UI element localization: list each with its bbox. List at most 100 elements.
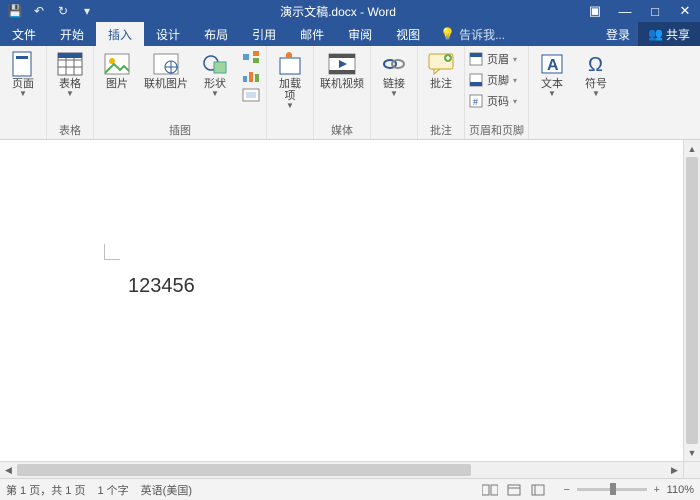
chevron-down-icon: ▼ bbox=[19, 90, 27, 98]
view-buttons bbox=[479, 482, 549, 498]
group-illustrations: 图片 联机图片 形状 ▼ 插图 bbox=[94, 46, 267, 139]
footer-label: 页脚 bbox=[487, 72, 509, 88]
group-media: 联机视频 媒体 bbox=[314, 46, 371, 139]
tab-review[interactable]: 审阅 bbox=[336, 22, 384, 46]
redo-icon[interactable]: ↻ bbox=[54, 2, 72, 20]
chevron-down-icon: ▼ bbox=[592, 90, 600, 98]
hscroll-thumb[interactable] bbox=[17, 464, 471, 476]
maximize-button[interactable]: □ bbox=[640, 0, 670, 22]
horizontal-scrollbar[interactable]: ◀ ▶ bbox=[0, 461, 700, 478]
status-words[interactable]: 1 个字 bbox=[97, 482, 128, 498]
header-icon bbox=[469, 52, 483, 66]
minimize-button[interactable]: — bbox=[610, 0, 640, 22]
online-pictures-button[interactable]: 联机图片 bbox=[142, 48, 190, 90]
page-number-button[interactable]: # 页码 ▾ bbox=[469, 92, 517, 110]
share-button[interactable]: 👥 共享 bbox=[638, 22, 700, 46]
save-icon[interactable]: 💾 bbox=[6, 2, 24, 20]
zoom-control: − + 110% bbox=[561, 484, 694, 496]
group-links-label bbox=[375, 138, 413, 139]
document-page[interactable]: 123456 bbox=[0, 140, 683, 461]
title-bar: 💾 ↶ ↻ ▾ 演示文稿.docx - Word ▣ — □ ✕ bbox=[0, 0, 700, 22]
tab-insert[interactable]: 插入 bbox=[96, 22, 144, 46]
share-icon: 👥 bbox=[648, 27, 663, 41]
web-layout-button[interactable] bbox=[527, 482, 549, 498]
online-pictures-label: 联机图片 bbox=[144, 78, 188, 90]
group-pages-label bbox=[4, 138, 42, 139]
read-mode-button[interactable] bbox=[479, 482, 501, 498]
undo-icon[interactable]: ↶ bbox=[30, 2, 48, 20]
zoom-slider[interactable] bbox=[577, 488, 647, 491]
signin-button[interactable]: 登录 bbox=[598, 22, 638, 46]
link-icon bbox=[380, 50, 408, 78]
window-controls: ▣ — □ ✕ bbox=[580, 0, 700, 22]
online-video-label: 联机视频 bbox=[320, 78, 364, 90]
hscroll-track[interactable] bbox=[17, 462, 666, 478]
tab-home[interactable]: 开始 bbox=[48, 22, 96, 46]
share-label: 共享 bbox=[666, 26, 690, 43]
smartart-button[interactable] bbox=[240, 48, 262, 66]
close-button[interactable]: ✕ bbox=[670, 0, 700, 22]
textbox-button[interactable]: A 文本 ▼ bbox=[533, 48, 571, 98]
status-page[interactable]: 第 1 页，共 1 页 bbox=[6, 482, 85, 498]
link-button[interactable]: 链接 ▼ bbox=[375, 48, 413, 98]
status-language[interactable]: 英语(美国) bbox=[141, 482, 192, 498]
symbol-button[interactable]: Ω 符号 ▼ bbox=[577, 48, 615, 98]
scroll-up-icon[interactable]: ▲ bbox=[684, 140, 700, 157]
chart-button[interactable] bbox=[240, 67, 262, 85]
symbol-icon: Ω bbox=[582, 50, 610, 78]
tab-file[interactable]: 文件 bbox=[0, 22, 48, 46]
group-tables: 表格 ▼ 表格 bbox=[47, 46, 94, 139]
pictures-label: 图片 bbox=[106, 78, 128, 90]
addins-button[interactable]: 加载 项 ▼ bbox=[271, 48, 309, 110]
cover-page-button[interactable]: 页面 ▼ bbox=[4, 48, 42, 98]
scroll-down-icon[interactable]: ▼ bbox=[684, 444, 700, 461]
vertical-scrollbar[interactable]: ▲ ▼ bbox=[683, 140, 700, 461]
ribbon-options-icon[interactable]: ▣ bbox=[580, 0, 610, 22]
group-pages: 页面 ▼ bbox=[0, 46, 47, 139]
vscroll-track[interactable] bbox=[684, 157, 700, 444]
group-tables-label: 表格 bbox=[51, 122, 89, 139]
header-button[interactable]: 页眉 ▾ bbox=[469, 50, 517, 68]
svg-text:#: # bbox=[473, 97, 478, 107]
comment-icon bbox=[427, 50, 455, 78]
tab-layout[interactable]: 布局 bbox=[192, 22, 240, 46]
tell-me-search[interactable]: 💡 告诉我... bbox=[432, 22, 598, 46]
zoom-out-button[interactable]: − bbox=[561, 484, 573, 496]
quick-access-toolbar: 💾 ↶ ↻ ▾ bbox=[0, 2, 96, 20]
scroll-gap bbox=[683, 462, 700, 478]
vscroll-thumb[interactable] bbox=[686, 157, 698, 444]
svg-text:Ω: Ω bbox=[588, 54, 603, 75]
ribbon-tabs: 文件 开始 插入 设计 布局 引用 邮件 审阅 视图 💡 告诉我... 登录 👥… bbox=[0, 22, 700, 46]
table-icon bbox=[56, 50, 84, 78]
tab-mailings[interactable]: 邮件 bbox=[288, 22, 336, 46]
online-video-button[interactable]: 联机视频 bbox=[318, 48, 366, 90]
chevron-down-icon: ▼ bbox=[66, 90, 74, 98]
scroll-left-icon[interactable]: ◀ bbox=[0, 462, 17, 478]
tab-references[interactable]: 引用 bbox=[240, 22, 288, 46]
document-content[interactable]: 123456 bbox=[128, 274, 195, 298]
scroll-right-icon[interactable]: ▶ bbox=[666, 462, 683, 478]
qat-dropdown-icon[interactable]: ▾ bbox=[78, 2, 96, 20]
chevron-down-icon: ▼ bbox=[286, 102, 294, 110]
zoom-level[interactable]: 110% bbox=[667, 484, 694, 496]
pictures-button[interactable]: 图片 bbox=[98, 48, 136, 90]
zoom-slider-thumb[interactable] bbox=[610, 483, 616, 495]
footer-button[interactable]: 页脚 ▾ bbox=[469, 71, 517, 89]
page-number-icon: # bbox=[469, 94, 483, 108]
chevron-down-icon: ▼ bbox=[211, 90, 219, 98]
group-illustrations-label: 插图 bbox=[98, 122, 262, 139]
tab-design[interactable]: 设计 bbox=[144, 22, 192, 46]
comment-button[interactable]: 批注 bbox=[422, 48, 460, 90]
table-button[interactable]: 表格 ▼ bbox=[51, 48, 89, 98]
addins-label: 加载 项 bbox=[279, 78, 301, 102]
illus-small-buttons bbox=[240, 48, 262, 104]
shapes-button[interactable]: 形状 ▼ bbox=[196, 48, 234, 98]
addins-icon bbox=[276, 50, 304, 78]
print-layout-button[interactable] bbox=[503, 482, 525, 498]
margin-corner bbox=[104, 244, 120, 260]
header-label: 页眉 bbox=[487, 51, 509, 67]
zoom-in-button[interactable]: + bbox=[651, 484, 663, 496]
ribbon: 页面 ▼ 表格 ▼ 表格 图片 bbox=[0, 46, 700, 140]
screenshot-button[interactable] bbox=[240, 86, 262, 104]
tab-view[interactable]: 视图 bbox=[384, 22, 432, 46]
